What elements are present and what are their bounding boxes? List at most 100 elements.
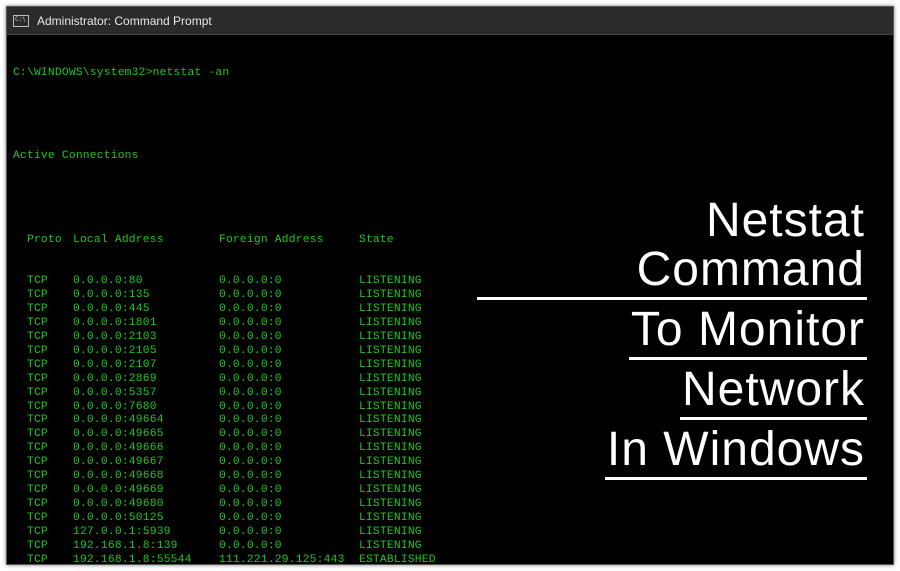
- cell-local: 0.0.0.0:49668: [73, 470, 219, 484]
- cell-proto: TCP: [27, 526, 73, 540]
- col-proto: Proto: [27, 234, 73, 248]
- cell-local: 0.0.0.0:50125: [73, 512, 219, 526]
- cell-state: LISTENING: [359, 442, 422, 456]
- connection-row: TCP0.0.0.0:496800.0.0.0:0LISTENING: [13, 498, 436, 512]
- col-foreign: Foreign Address: [219, 234, 359, 248]
- cell-foreign: 0.0.0.0:0: [219, 456, 359, 470]
- cell-state: ESTABLISHED: [359, 554, 436, 565]
- overlay-line-1: Netstat Command: [477, 197, 867, 300]
- cell-local: 0.0.0.0:2105: [73, 345, 219, 359]
- overlay-line-2: To Monitor: [629, 306, 867, 360]
- terminal-output[interactable]: C:\WINDOWS\system32>netstat -an Active C…: [13, 39, 436, 565]
- cell-state: LISTENING: [359, 373, 422, 387]
- cell-proto: TCP: [27, 345, 73, 359]
- connection-row: TCP0.0.0.0:21030.0.0.0:0LISTENING: [13, 331, 436, 345]
- overlay-line-3: Network: [680, 366, 867, 420]
- cell-foreign: 0.0.0.0:0: [219, 317, 359, 331]
- connection-row: TCP0.0.0.0:53570.0.0.0:0LISTENING: [13, 387, 436, 401]
- cell-state: LISTENING: [359, 401, 422, 415]
- cell-foreign: 0.0.0.0:0: [219, 512, 359, 526]
- connection-row: TCP0.0.0.0:496680.0.0.0:0LISTENING: [13, 470, 436, 484]
- cell-state: LISTENING: [359, 526, 422, 540]
- cell-proto: TCP: [27, 359, 73, 373]
- connection-row: TCP0.0.0.0:21050.0.0.0:0LISTENING: [13, 345, 436, 359]
- connection-row: TCP0.0.0.0:800.0.0.0:0LISTENING: [13, 275, 436, 289]
- cell-local: 192.168.1.8:55544: [73, 554, 219, 565]
- cell-local: 0.0.0.0:1801: [73, 317, 219, 331]
- cell-foreign: 0.0.0.0:0: [219, 498, 359, 512]
- blank-line: [13, 192, 436, 206]
- section-header: Active Connections: [13, 150, 436, 164]
- cell-state: LISTENING: [359, 484, 422, 498]
- cell-foreign: 0.0.0.0:0: [219, 373, 359, 387]
- cell-proto: TCP: [27, 484, 73, 498]
- cell-state: LISTENING: [359, 345, 422, 359]
- connection-row: TCP0.0.0.0:496650.0.0.0:0LISTENING: [13, 428, 436, 442]
- cell-local: 0.0.0.0:135: [73, 289, 219, 303]
- column-headers: ProtoLocal AddressForeign AddressState: [13, 234, 436, 248]
- cell-state: LISTENING: [359, 512, 422, 526]
- connection-row: TCP0.0.0.0:18010.0.0.0:0LISTENING: [13, 317, 436, 331]
- cmd-icon: [13, 15, 29, 27]
- cell-state: LISTENING: [359, 540, 422, 554]
- cell-local: 0.0.0.0:49666: [73, 442, 219, 456]
- connection-row: TCP0.0.0.0:501250.0.0.0:0LISTENING: [13, 512, 436, 526]
- connection-row: TCP0.0.0.0:28690.0.0.0:0LISTENING: [13, 373, 436, 387]
- command-prompt-window: Administrator: Command Prompt C:\WINDOWS…: [6, 6, 894, 565]
- cell-foreign: 0.0.0.0:0: [219, 428, 359, 442]
- cell-state: LISTENING: [359, 331, 422, 345]
- connection-rows: TCP0.0.0.0:800.0.0.0:0LISTENING TCP0.0.0…: [13, 275, 436, 565]
- cell-proto: TCP: [27, 289, 73, 303]
- cell-proto: TCP: [27, 428, 73, 442]
- cell-foreign: 0.0.0.0:0: [219, 484, 359, 498]
- cell-proto: TCP: [27, 442, 73, 456]
- cell-state: LISTENING: [359, 303, 422, 317]
- cell-state: LISTENING: [359, 359, 422, 373]
- cell-local: 0.0.0.0:49669: [73, 484, 219, 498]
- connection-row: TCP0.0.0.0:4450.0.0.0:0LISTENING: [13, 303, 436, 317]
- titlebar[interactable]: Administrator: Command Prompt: [7, 7, 893, 35]
- window-title: Administrator: Command Prompt: [37, 14, 212, 28]
- col-local: Local Address: [73, 234, 219, 248]
- connection-row: TCP192.168.1.8:55544111.221.29.125:443ES…: [13, 554, 436, 565]
- cell-local: 0.0.0.0:5357: [73, 387, 219, 401]
- cwd: C:\WINDOWS\system32>: [13, 67, 153, 81]
- connection-row: TCP0.0.0.0:496660.0.0.0:0LISTENING: [13, 442, 436, 456]
- cell-state: LISTENING: [359, 387, 422, 401]
- cell-foreign: 0.0.0.0:0: [219, 345, 359, 359]
- cell-proto: TCP: [27, 387, 73, 401]
- cell-state: LISTENING: [359, 498, 422, 512]
- cell-foreign: 0.0.0.0:0: [219, 540, 359, 554]
- connection-row: TCP0.0.0.0:76800.0.0.0:0LISTENING: [13, 401, 436, 415]
- blank-line: [13, 109, 436, 123]
- cell-state: LISTENING: [359, 275, 422, 289]
- cell-foreign: 0.0.0.0:0: [219, 289, 359, 303]
- cell-proto: TCP: [27, 470, 73, 484]
- cell-local: 0.0.0.0:2103: [73, 331, 219, 345]
- cell-foreign: 0.0.0.0:0: [219, 387, 359, 401]
- cell-proto: TCP: [27, 317, 73, 331]
- cell-proto: TCP: [27, 498, 73, 512]
- cell-local: 0.0.0.0:7680: [73, 401, 219, 415]
- col-state: State: [359, 234, 394, 248]
- cell-proto: TCP: [27, 414, 73, 428]
- cell-proto: TCP: [27, 554, 73, 565]
- cell-local: 0.0.0.0:49680: [73, 498, 219, 512]
- cell-foreign: 0.0.0.0:0: [219, 303, 359, 317]
- cell-proto: TCP: [27, 401, 73, 415]
- cell-proto: TCP: [27, 331, 73, 345]
- cell-foreign: 0.0.0.0:0: [219, 470, 359, 484]
- cell-state: LISTENING: [359, 289, 422, 303]
- cell-foreign: 0.0.0.0:0: [219, 359, 359, 373]
- connection-row: TCP0.0.0.0:496640.0.0.0:0LISTENING: [13, 414, 436, 428]
- cell-local: 0.0.0.0:49664: [73, 414, 219, 428]
- cell-state: LISTENING: [359, 414, 422, 428]
- cell-foreign: 0.0.0.0:0: [219, 414, 359, 428]
- cell-proto: TCP: [27, 275, 73, 289]
- cell-local: 0.0.0.0:80: [73, 275, 219, 289]
- cell-state: LISTENING: [359, 470, 422, 484]
- cell-local: 0.0.0.0:2869: [73, 373, 219, 387]
- cell-foreign: 0.0.0.0:0: [219, 331, 359, 345]
- connection-row: TCP0.0.0.0:496690.0.0.0:0LISTENING: [13, 484, 436, 498]
- cell-local: 0.0.0.0:2107: [73, 359, 219, 373]
